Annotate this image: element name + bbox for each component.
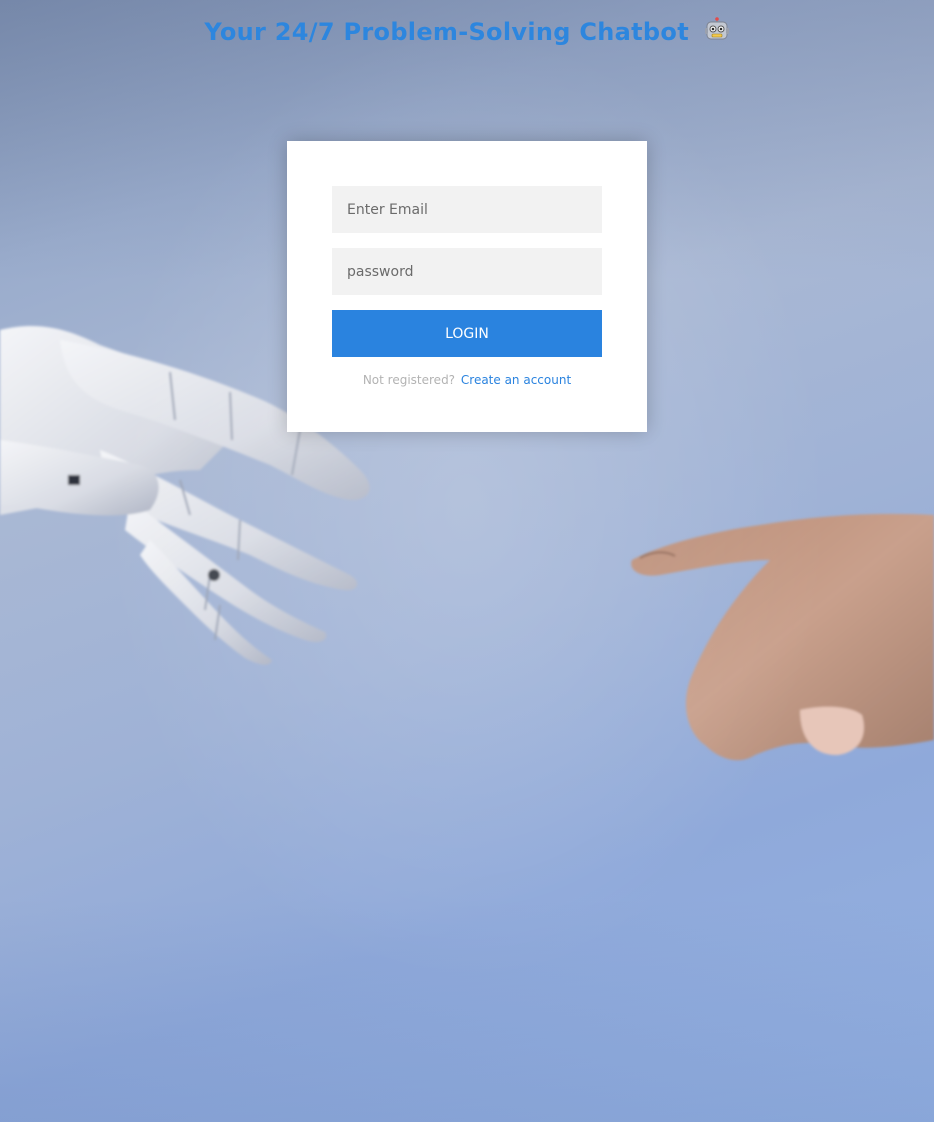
password-field[interactable]: [332, 248, 602, 295]
page-title-text: Your 24/7 Problem-Solving Chatbot: [204, 18, 689, 46]
login-card: LOGIN Not registered? Create an account: [287, 141, 647, 432]
robot-face-icon: [704, 17, 730, 49]
register-prompt-text: Not registered?: [362, 373, 456, 387]
human-hand-illustration: [631, 513, 934, 761]
create-account-link[interactable]: Create an account: [461, 373, 571, 387]
register-prompt: Not registered? Create an account: [332, 373, 602, 387]
page-title: Your 24/7 Problem-Solving Chatbot: [0, 17, 934, 49]
login-button[interactable]: LOGIN: [332, 310, 602, 357]
email-field[interactable]: [332, 186, 602, 233]
